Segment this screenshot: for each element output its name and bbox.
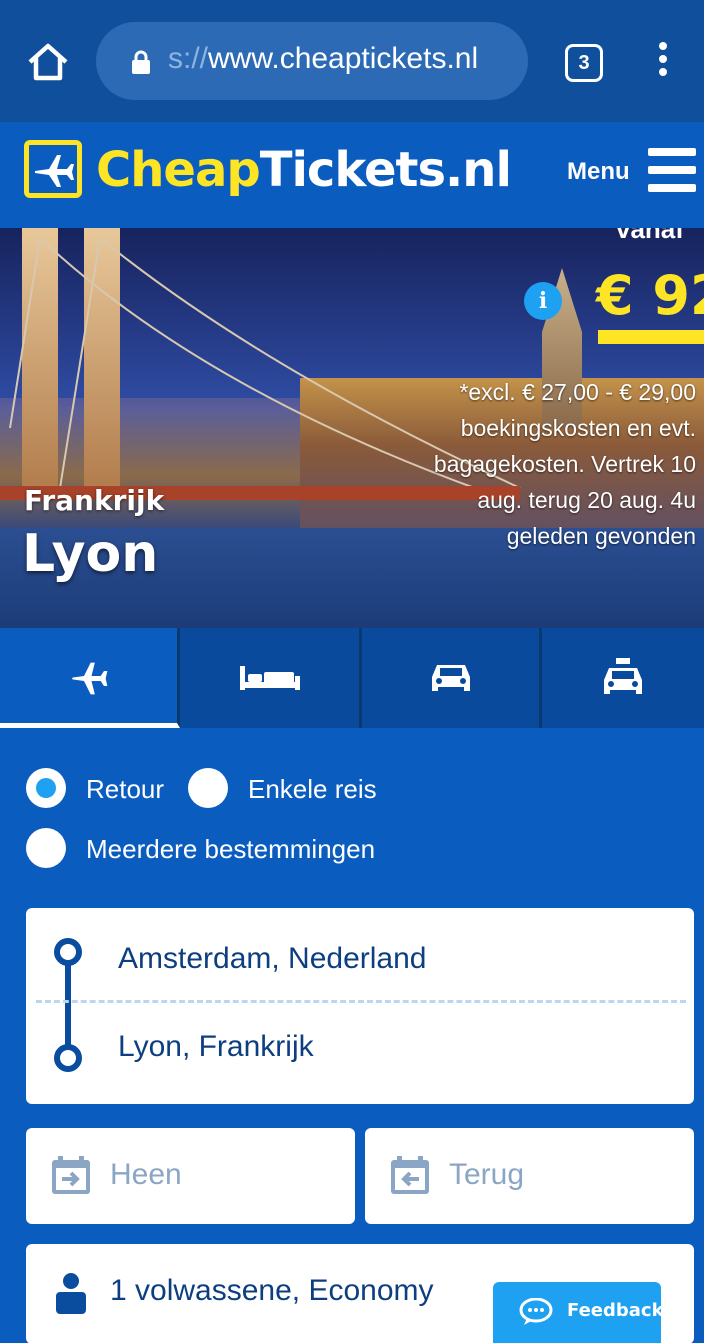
calendar-return-icon [389, 1154, 431, 1201]
person-icon [54, 1272, 88, 1319]
url-text: s://www.cheaptickets.nl [168, 42, 479, 75]
browser-toolbar: s://www.cheaptickets.nl 3 [0, 0, 704, 122]
hamburger-menu-icon[interactable] [648, 148, 696, 192]
return-date-placeholder: Terug [449, 1158, 525, 1191]
passengers-value: 1 volwassene, Economy [110, 1274, 434, 1307]
feedback-button[interactable]: Feedback [493, 1282, 664, 1343]
depart-date-placeholder: Heen [110, 1158, 182, 1191]
price-value: € 92* [596, 264, 704, 327]
info-icon[interactable]: i [524, 282, 562, 320]
route-divider [36, 1000, 686, 1003]
bed-icon [239, 666, 300, 690]
product-tabs [0, 628, 704, 728]
price-underline [598, 330, 704, 344]
feedback-label: Feedback [567, 1300, 664, 1321]
logo-plane-icon[interactable] [24, 140, 82, 198]
site-logo[interactable]: CheapTickets.nl [96, 142, 512, 198]
menu-label[interactable]: Menu [567, 158, 630, 186]
lock-icon [130, 50, 152, 74]
address-bar[interactable]: s://www.cheaptickets.nl [96, 22, 528, 100]
depart-date-field[interactable]: Heen [26, 1128, 355, 1224]
tab-flights[interactable] [0, 628, 180, 728]
origin-dot-icon [54, 938, 82, 966]
origin-field[interactable]: Amsterdam, Nederland [118, 942, 426, 976]
home-icon[interactable] [26, 40, 70, 84]
overflow-menu-icon[interactable] [656, 42, 670, 82]
route-card: Amsterdam, Nederland Lyon, Frankrijk [26, 908, 694, 1104]
radio-retour-label[interactable]: Retour [86, 774, 164, 805]
tab-switcher-button[interactable]: 3 [565, 44, 603, 82]
price-from-label: vanaf [616, 228, 684, 244]
hero-banner[interactable]: vanaf i € 92* *excl. € 27,00 - € 29,00 b… [0, 228, 704, 628]
car-icon [431, 665, 470, 691]
tab-taxi[interactable] [542, 628, 704, 728]
chat-bubble-icon [519, 1297, 553, 1331]
destination-field[interactable]: Lyon, Frankrijk [118, 1030, 314, 1064]
route-connector [65, 952, 71, 1056]
radio-enkele-reis[interactable] [188, 768, 228, 808]
return-date-field[interactable]: Terug [365, 1128, 694, 1224]
radio-enkele-reis-label[interactable]: Enkele reis [248, 774, 377, 805]
airplane-icon [71, 662, 107, 694]
site-header: CheapTickets.nl Menu [0, 122, 704, 228]
radio-meerdere-bestemmingen[interactable] [26, 828, 66, 868]
destination-country: Frankrijk [24, 484, 165, 517]
radio-retour[interactable] [26, 768, 66, 808]
tab-car-rental[interactable] [362, 628, 542, 728]
calendar-depart-icon [50, 1154, 92, 1201]
taxi-icon [604, 658, 642, 694]
price-disclaimer: *excl. € 27,00 - € 29,00 boekingskosten … [433, 379, 696, 549]
radio-meerdere-bestemmingen-label[interactable]: Meerdere bestemmingen [86, 834, 375, 865]
destination-city: Lyon [22, 524, 159, 584]
tab-hotels[interactable] [180, 628, 362, 728]
destination-dot-icon [54, 1044, 82, 1072]
